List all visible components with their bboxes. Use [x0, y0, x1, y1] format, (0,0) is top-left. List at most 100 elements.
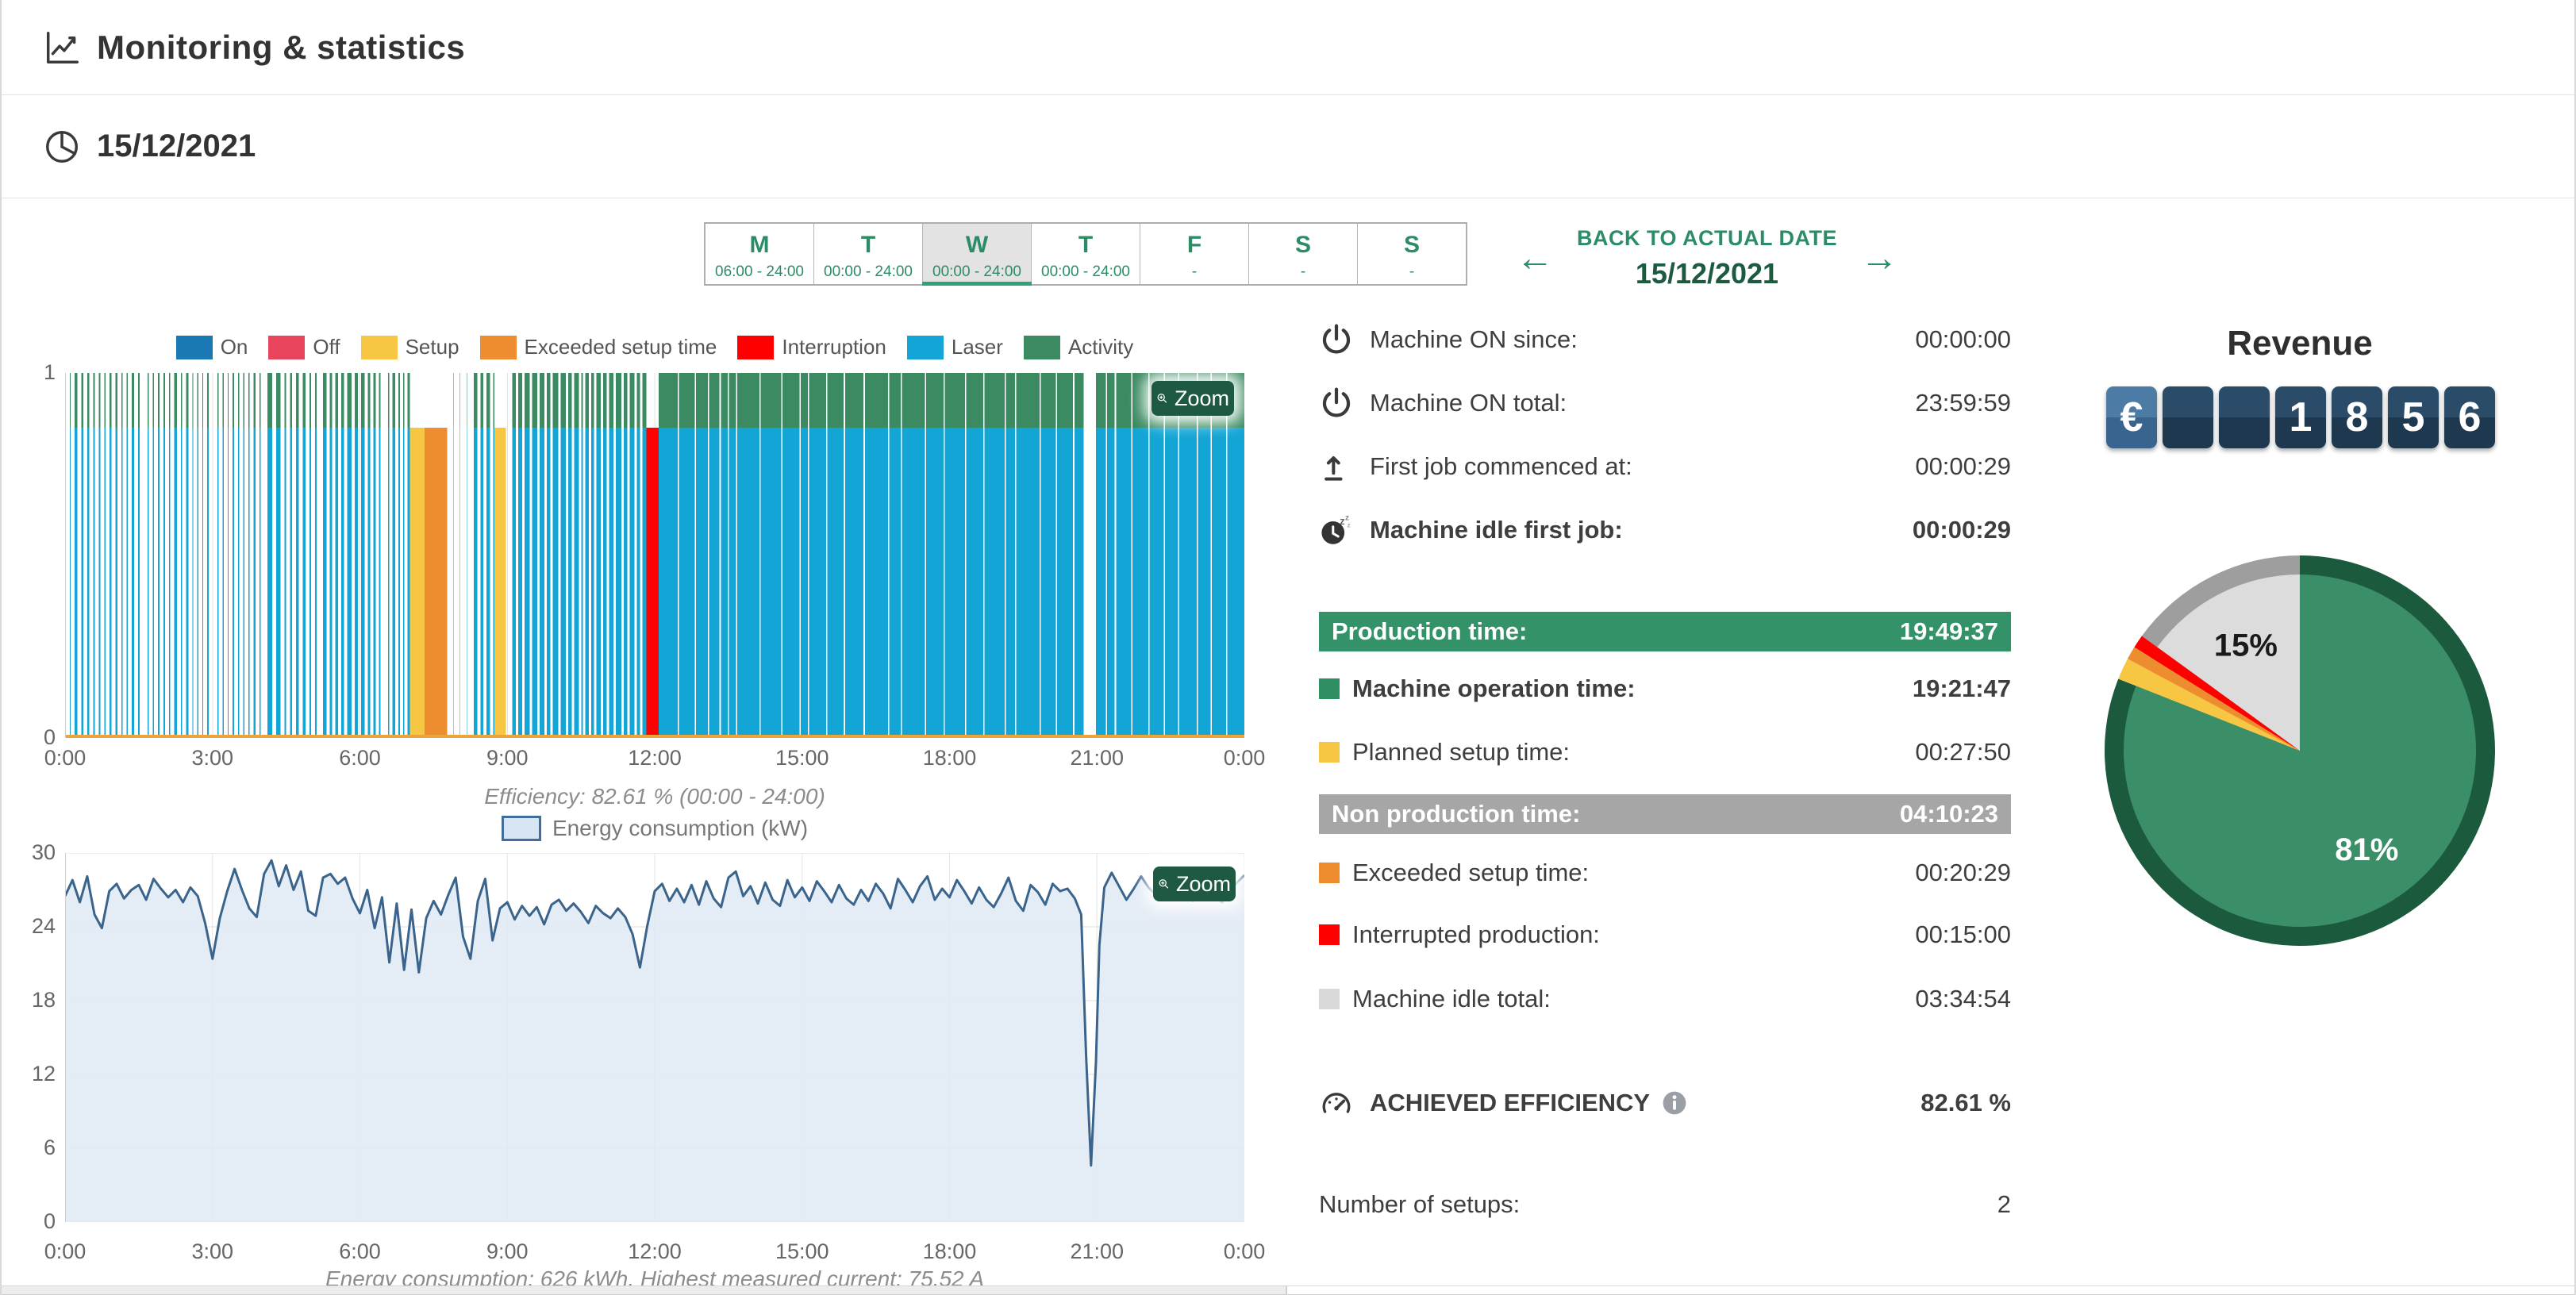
- legend-swatch: [907, 336, 944, 359]
- stat-row: Number of setups:2: [1319, 1181, 2011, 1228]
- legend-swatch: [737, 336, 774, 359]
- stat-value: 00:15:00: [1915, 920, 2011, 949]
- stat-value: 00:00:00: [1915, 325, 2011, 354]
- energy-consumption-chart[interactable]: [65, 853, 1244, 1222]
- week-tab-w-2[interactable]: W00:00 - 24:00: [923, 224, 1032, 284]
- info-icon[interactable]: [1661, 1089, 1688, 1116]
- date-nav-current-date: 15/12/2021: [1576, 257, 1838, 290]
- week-tab-day-label: S: [1249, 232, 1357, 259]
- legend-item: Interruption: [737, 335, 886, 359]
- week-tab-time-range: 06:00 - 24:00: [706, 263, 813, 281]
- stat-row: Machine ON since:00:00:00: [1319, 316, 2011, 363]
- week-tab-time-range: 00:00 - 24:00: [814, 263, 922, 281]
- stat-label: Machine idle total:: [1352, 985, 1551, 1013]
- stat-value: 00:27:50: [1915, 738, 2011, 767]
- week-tab-s-5[interactable]: S-: [1249, 224, 1358, 284]
- next-day-arrow[interactable]: →: [1860, 240, 1898, 278]
- timeline-ymax-label: 1: [24, 360, 56, 385]
- week-tab-day-label: T: [1032, 232, 1140, 259]
- energy-x-tick: 6:00: [339, 1239, 381, 1264]
- previous-day-arrow[interactable]: ←: [1516, 240, 1554, 278]
- stat-value: 00:00:29: [1913, 516, 2011, 544]
- energy-y-tick: 24: [24, 914, 56, 939]
- week-tab-day-label: F: [1140, 232, 1248, 259]
- energy-x-tick: 0:00: [44, 1239, 87, 1264]
- stat-row: Machine operation time:19:21:47: [1319, 665, 2011, 713]
- week-tab-m-0[interactable]: M06:00 - 24:00: [706, 224, 814, 284]
- stat-row: Exceeded setup time:00:20:29: [1319, 849, 2011, 897]
- timeline-zoom-button[interactable]: Zoom: [1152, 381, 1234, 416]
- horizontal-scrollbar-thumb[interactable]: [2, 1286, 1286, 1294]
- stat-color-swatch: [1319, 924, 1340, 945]
- stats-header-value: 19:49:37: [1900, 617, 1998, 646]
- timeline-x-tick: 3:00: [191, 746, 233, 770]
- timeline-x-tick: 9:00: [486, 746, 529, 770]
- energy-y-tick: 12: [24, 1062, 56, 1086]
- stats-header-label: Non production time:: [1332, 800, 1580, 828]
- revenue-digit-tile: 6: [2444, 386, 2495, 448]
- legend-label: Exceeded setup time: [525, 335, 717, 359]
- revenue-digit-tile: 5: [2388, 386, 2439, 448]
- legend-label: Setup: [406, 335, 459, 359]
- timeline-x-tick: 18:00: [923, 746, 977, 770]
- legend-swatch: [480, 336, 517, 359]
- legend-item: Activity: [1024, 335, 1133, 359]
- monitoring-statistics-page: Monitoring & statistics 15/12/2021 M06:0…: [0, 0, 2576, 1295]
- power-icon: [1319, 321, 1360, 358]
- stat-color-swatch: [1319, 863, 1340, 883]
- stat-value: 03:34:54: [1915, 985, 2011, 1013]
- gauge-icon: [1319, 1085, 1360, 1121]
- stat-color-swatch: [1319, 678, 1340, 699]
- energy-x-tick: 0:00: [1224, 1239, 1266, 1264]
- energy-x-tick: 21:00: [1070, 1239, 1124, 1264]
- monitoring-chart-icon: [43, 28, 83, 67]
- timeline-x-tick: 6:00: [339, 746, 381, 770]
- stat-label: Planned setup time:: [1352, 738, 1570, 767]
- energy-y-tick: 30: [24, 840, 56, 865]
- date-pie-icon: [43, 127, 83, 167]
- stat-label: Machine ON total:: [1370, 389, 1567, 417]
- stat-row: ACHIEVED EFFICIENCY82.61 %: [1319, 1079, 2011, 1127]
- stat-color-swatch: [1319, 989, 1340, 1009]
- svg-text:z: z: [1340, 516, 1344, 527]
- energy-legend-label: Energy consumption (kW): [552, 816, 808, 841]
- stat-value: 82.61 %: [1920, 1089, 2011, 1117]
- revenue-title: Revenue: [2093, 324, 2506, 363]
- pane-divider: [1286, 1286, 1287, 1294]
- energy-x-tick: 3:00: [191, 1239, 233, 1264]
- week-tab-day-label: S: [1358, 232, 1466, 259]
- stat-value: 2: [1997, 1190, 2011, 1219]
- week-tab-t-1[interactable]: T 00:00 - 24:00: [814, 224, 923, 284]
- week-tab-f-4[interactable]: F-: [1140, 224, 1249, 284]
- timeline-x-tick: 21:00: [1070, 746, 1124, 770]
- energy-y-tick: 18: [24, 988, 56, 1013]
- datebar: 15/12/2021: [2, 95, 2574, 198]
- revenue-digit-tile: 1: [2275, 386, 2326, 448]
- back-to-actual-date-button[interactable]: BACK TO ACTUAL DATE: [1576, 226, 1838, 251]
- stat-label: Machine operation time:: [1352, 674, 1636, 703]
- timeline-legend: OnOffSetupExceeded setup timeInterruptio…: [65, 335, 1244, 359]
- week-tab-time-range: 00:00 - 24:00: [923, 263, 1031, 281]
- stat-row: First job commenced at:00:00:29: [1319, 443, 2011, 490]
- energy-zoom-button[interactable]: Zoom: [1153, 867, 1236, 901]
- date-navigation: ← BACK TO ACTUAL DATE 15/12/2021 →: [1516, 226, 1898, 290]
- legend-item: On: [176, 335, 248, 359]
- stat-row: Planned setup time: 00:27:50: [1319, 728, 2011, 776]
- week-tab-time-range: 00:00 - 24:00: [1032, 263, 1140, 281]
- week-tab-day-label: T: [814, 232, 922, 259]
- legend-label: On: [221, 335, 248, 359]
- legend-label: Activity: [1068, 335, 1133, 359]
- energy-x-tick: 15:00: [775, 1239, 829, 1264]
- legend-item: Laser: [907, 335, 1003, 359]
- week-tab-s-6[interactable]: S-: [1358, 224, 1466, 284]
- content: M06:00 - 24:00T00:00 - 24:00W00:00 - 24:…: [2, 198, 2574, 1295]
- legend-item: Setup: [361, 335, 459, 359]
- stat-value: 00:20:29: [1915, 859, 2011, 887]
- energy-x-tick: 18:00: [923, 1239, 977, 1264]
- timeline-x-tick: 15:00: [775, 746, 829, 770]
- week-tab-t-3[interactable]: T 00:00 - 24:00: [1032, 224, 1140, 284]
- stat-row: Interrupted production:00:15:00: [1319, 911, 2011, 959]
- machine-state-timeline-chart[interactable]: [65, 373, 1244, 738]
- efficiency-caption: Efficiency: 82.61 % (00:00 - 24:00): [65, 784, 1244, 809]
- legend-swatch: [176, 336, 213, 359]
